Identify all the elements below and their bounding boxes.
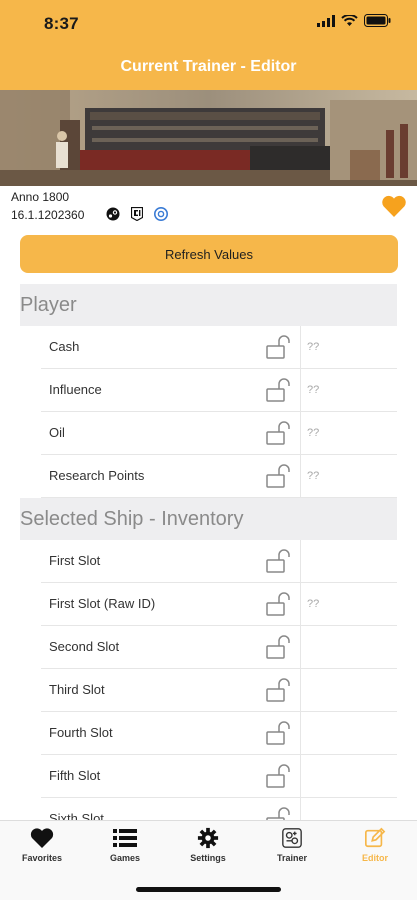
list-row: Fifth Slot xyxy=(41,755,397,798)
wifi-icon xyxy=(341,14,358,26)
value-input[interactable]: ?? xyxy=(300,412,397,454)
row-label: Third Slot xyxy=(49,682,105,697)
epic-icon xyxy=(131,207,143,221)
ubisoft-icon xyxy=(154,207,168,221)
unlock-icon[interactable] xyxy=(266,421,292,445)
row-label: Research Points xyxy=(49,468,145,483)
header: 8:37 Current Trainer - Editor xyxy=(0,0,417,90)
battery-icon xyxy=(364,14,391,27)
tab-label: Settings xyxy=(190,853,226,863)
list-row: Third Slot xyxy=(41,669,397,712)
tab-label: Editor xyxy=(362,853,388,863)
value-input[interactable]: ?? xyxy=(300,326,397,368)
value-input[interactable] xyxy=(300,755,397,797)
value-text: ?? xyxy=(307,341,320,353)
nav-title: Current Trainer - Editor xyxy=(120,58,297,75)
trainer-icon xyxy=(282,828,302,848)
refresh-values-button[interactable]: Refresh Values xyxy=(20,235,398,273)
row-label: First Slot xyxy=(49,553,101,568)
status-time: 8:37 xyxy=(44,14,79,33)
home-indicator xyxy=(136,887,281,892)
game-banner-image xyxy=(0,90,417,186)
tab-label: Games xyxy=(109,853,141,863)
unlock-icon[interactable] xyxy=(266,335,292,359)
list-row: Oil ?? xyxy=(41,412,397,455)
game-version: 16.1.1202360 xyxy=(11,208,85,222)
value-input[interactable]: ?? xyxy=(300,455,397,497)
status-icons xyxy=(317,14,391,27)
game-name: Anno 1800 xyxy=(11,190,70,204)
app-root: 8:37 Current Trainer - Editor Anno 1800 … xyxy=(0,0,417,900)
list-row: First Slot xyxy=(41,540,397,583)
tab-editor[interactable]: Editor xyxy=(340,827,410,867)
section-header-player: Player xyxy=(20,284,397,326)
list-row: Research Points ?? xyxy=(41,455,397,498)
editor-list: Player Cash ?? Influence ?? Oil ?? Resea… xyxy=(20,284,397,841)
value-input[interactable]: ?? xyxy=(300,369,397,411)
tab-label: Favorites xyxy=(21,853,63,863)
value-input[interactable]: ?? xyxy=(300,583,397,625)
row-label: Fifth Slot xyxy=(49,768,101,783)
platform-icons xyxy=(106,207,168,221)
list-row: Fourth Slot xyxy=(41,712,397,755)
unlock-icon[interactable] xyxy=(266,764,292,788)
row-label: Influence xyxy=(49,382,102,397)
value-input[interactable] xyxy=(300,540,397,582)
steam-icon xyxy=(106,207,120,221)
heart-icon xyxy=(30,828,54,848)
gear-icon xyxy=(197,827,219,849)
value-text: ?? xyxy=(307,598,320,610)
row-label: Fourth Slot xyxy=(49,725,113,740)
list-row: Cash ?? xyxy=(41,326,397,369)
favorite-heart-icon[interactable] xyxy=(381,194,407,218)
list-row: First Slot (Raw ID) ?? xyxy=(41,583,397,626)
row-label: Cash xyxy=(49,339,80,354)
tab-trainer[interactable]: Trainer xyxy=(257,827,327,867)
list-row: Influence ?? xyxy=(41,369,397,412)
row-label: Oil xyxy=(49,425,65,440)
list-icon xyxy=(113,829,137,847)
unlock-icon[interactable] xyxy=(266,635,292,659)
list-row: Second Slot xyxy=(41,626,397,669)
value-input[interactable] xyxy=(300,626,397,668)
value-input[interactable] xyxy=(300,712,397,754)
unlock-icon[interactable] xyxy=(266,721,292,745)
section-header-ship-inventory: Selected Ship - Inventory xyxy=(20,498,397,540)
tab-games[interactable]: Games xyxy=(90,827,160,867)
unlock-icon[interactable] xyxy=(266,464,292,488)
edit-icon xyxy=(365,827,386,848)
unlock-icon[interactable] xyxy=(266,678,292,702)
row-label: Second Slot xyxy=(49,639,120,654)
unlock-icon[interactable] xyxy=(266,549,292,573)
unlock-icon[interactable] xyxy=(266,592,292,616)
unlock-icon[interactable] xyxy=(266,378,292,402)
row-label: First Slot (Raw ID) xyxy=(49,596,156,611)
value-text: ?? xyxy=(307,470,320,482)
value-text: ?? xyxy=(307,384,320,396)
signal-icon xyxy=(317,14,335,27)
tab-label: Trainer xyxy=(276,853,307,863)
tab-settings[interactable]: Settings xyxy=(173,827,243,867)
value-text: ?? xyxy=(307,427,320,439)
tab-favorites[interactable]: Favorites xyxy=(7,827,77,867)
value-input[interactable] xyxy=(300,669,397,711)
